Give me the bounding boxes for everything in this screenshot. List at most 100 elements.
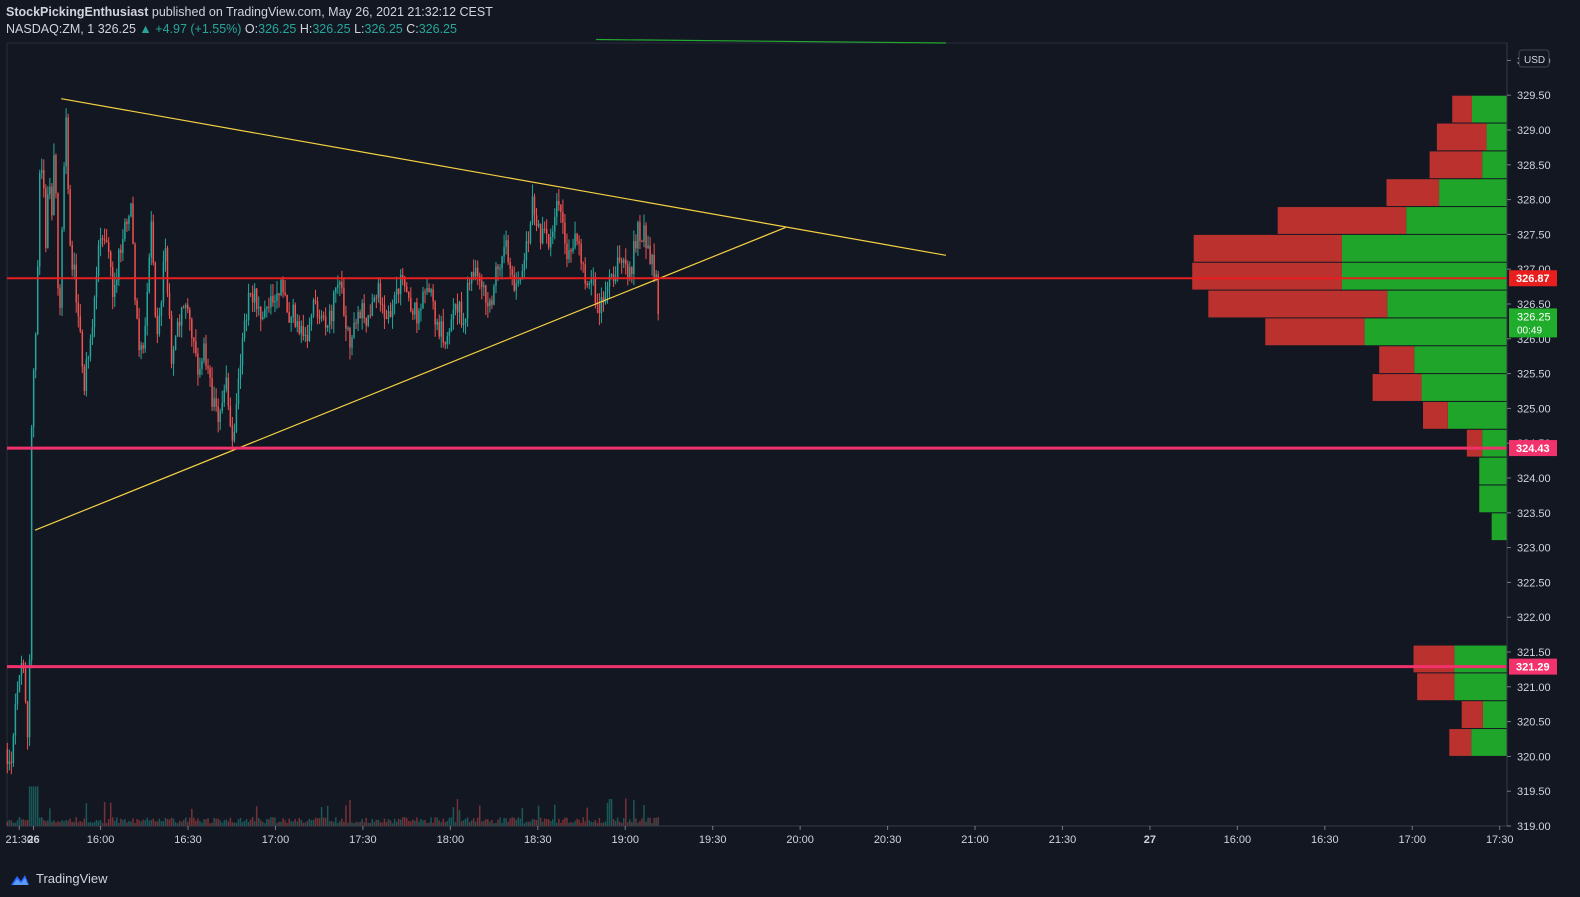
candle-body xyxy=(503,246,505,257)
candle-body xyxy=(18,675,21,693)
volume-bar xyxy=(111,817,114,826)
volume-bar xyxy=(308,818,311,826)
candle-body xyxy=(645,225,647,249)
candle-body xyxy=(531,196,534,224)
candle-body xyxy=(316,301,319,318)
candle-body xyxy=(209,368,211,379)
price-tick-label: 324.00 xyxy=(1517,473,1551,485)
volume-bar xyxy=(535,819,538,826)
volume-profile-up-bar xyxy=(1421,374,1507,401)
volume-bar xyxy=(239,817,242,826)
volume-bar xyxy=(403,817,406,826)
volume-bar xyxy=(446,821,449,826)
volume-bar xyxy=(507,821,509,826)
price-tick-label: 321.00 xyxy=(1517,682,1551,694)
candle-body xyxy=(361,303,363,319)
volume-bar xyxy=(444,822,447,826)
volume-bar xyxy=(537,805,540,826)
volume-bar xyxy=(168,819,171,826)
volume-bar xyxy=(93,821,96,826)
volume-bar xyxy=(456,799,459,826)
candle-body xyxy=(487,302,489,307)
volume-bar xyxy=(178,820,181,826)
volume-profile-down-bar xyxy=(1436,123,1487,151)
volume-bar xyxy=(383,818,386,826)
candle-body xyxy=(610,274,613,276)
candle-body xyxy=(158,315,161,334)
volume-bar xyxy=(393,818,396,826)
candle-body xyxy=(371,302,374,316)
volume-profile-down-bar xyxy=(1449,729,1472,756)
volume-profile-up-bar xyxy=(1486,123,1507,151)
volume-profile-up-bar xyxy=(1479,457,1507,485)
candle-body xyxy=(75,264,77,303)
candlestick-chart[interactable]: 330.00329.50329.00328.50328.00327.50327.… xyxy=(0,0,1580,897)
tradingview-logo[interactable]: TradingView xyxy=(8,871,108,886)
candle-body xyxy=(144,325,146,349)
volume-bar xyxy=(109,802,112,826)
volume-bar xyxy=(539,817,542,826)
candle-body xyxy=(300,325,303,334)
candle-body xyxy=(438,321,440,337)
last-price-countdown: 00:49 xyxy=(1517,325,1542,336)
volume-bar xyxy=(422,820,424,826)
candle-body xyxy=(355,322,357,324)
candle-body xyxy=(34,333,37,371)
candle-body xyxy=(535,215,538,227)
candle-body xyxy=(537,223,540,227)
volume-bar xyxy=(156,821,159,826)
volume-bar xyxy=(351,822,353,826)
volume-bar xyxy=(107,819,110,826)
candle-body xyxy=(12,735,15,763)
volume-profile-up-bar xyxy=(1482,701,1507,729)
candle-body xyxy=(401,274,404,278)
volume-bar xyxy=(554,804,556,826)
candle-body xyxy=(282,279,284,293)
candle-body xyxy=(174,336,177,350)
candle-body xyxy=(189,309,191,320)
volume-bar xyxy=(401,817,404,826)
time-tick-label: 17:30 xyxy=(349,834,377,846)
volume-bar xyxy=(633,800,635,826)
volume-bar xyxy=(371,818,374,826)
volume-bar xyxy=(655,817,657,826)
candle-body xyxy=(302,325,305,336)
candle-body xyxy=(237,378,240,405)
volume-bar xyxy=(75,817,77,826)
volume-bar xyxy=(497,819,499,826)
candle-body xyxy=(489,300,491,307)
volume-bar xyxy=(627,822,629,826)
volume-bar xyxy=(213,817,215,826)
candle-body xyxy=(148,257,150,292)
volume-bar xyxy=(533,819,536,826)
candle-body xyxy=(193,337,195,342)
volume-bar xyxy=(590,821,593,826)
volume-bar xyxy=(527,821,530,826)
volume-bar xyxy=(152,818,155,826)
candle-body xyxy=(126,221,128,225)
volume-bar xyxy=(464,818,467,826)
candle-body xyxy=(444,342,447,345)
volume-bar xyxy=(625,798,627,826)
candle-body xyxy=(385,317,388,319)
candle-body xyxy=(357,312,359,324)
volume-bar xyxy=(487,819,489,826)
candle-body xyxy=(65,117,67,167)
volume-bar xyxy=(574,820,576,826)
candle-body xyxy=(655,274,657,278)
candle-body xyxy=(456,303,459,313)
candle-body xyxy=(262,317,264,320)
candle-body xyxy=(71,245,73,270)
candle-body xyxy=(203,343,205,361)
volume-profile-down-bar xyxy=(1452,95,1472,123)
volume-bar xyxy=(566,817,568,826)
candle-body xyxy=(513,274,515,291)
time-tick-label: 18:30 xyxy=(524,834,552,846)
volume-bar xyxy=(55,822,57,826)
volume-bar xyxy=(322,817,325,826)
candle-body xyxy=(466,283,469,319)
volume-bar xyxy=(282,818,284,826)
candle-body xyxy=(462,322,465,326)
candle-body xyxy=(215,398,217,407)
candle-body xyxy=(523,260,526,271)
